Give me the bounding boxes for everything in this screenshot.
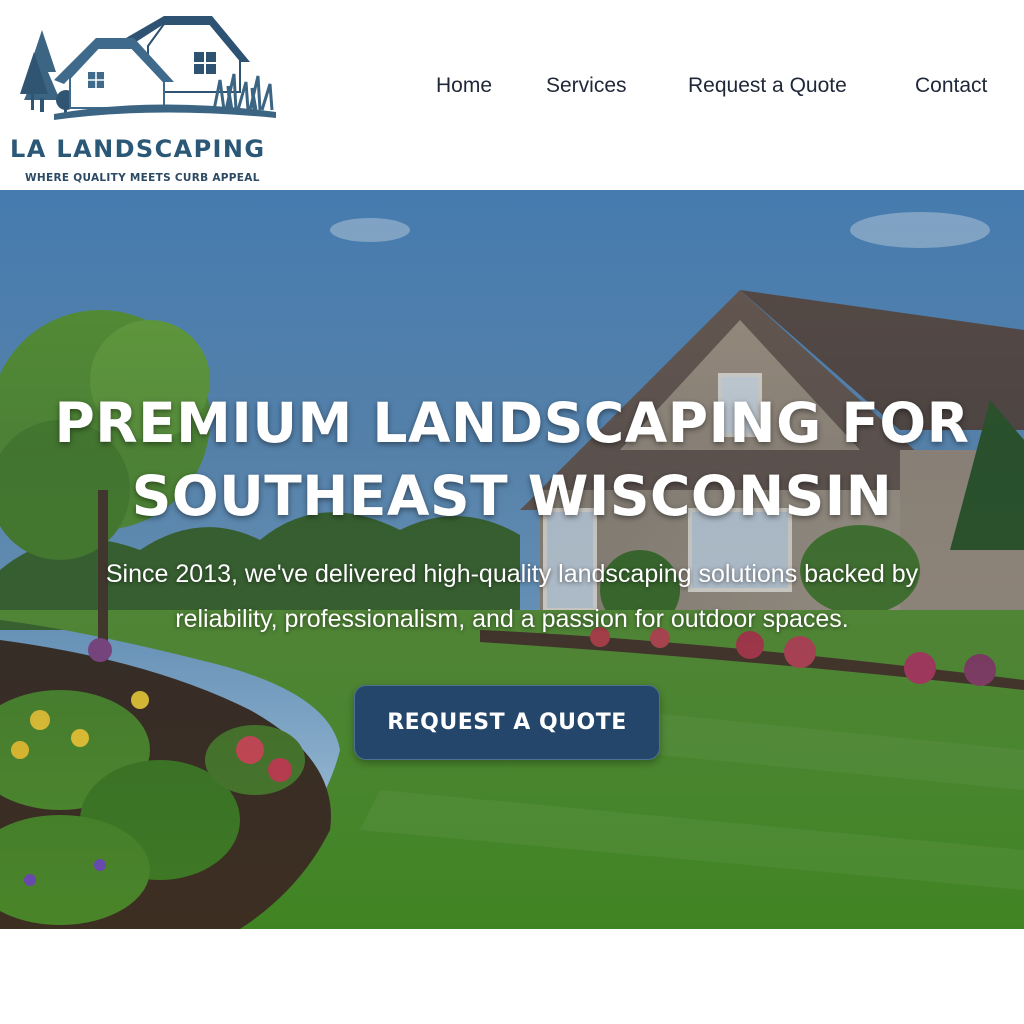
hero-title-line-2: SOUTHEAST WISCONSIN [131,464,893,528]
page-bottom-spacer [0,929,1024,1024]
nav-home-link[interactable]: Home [436,74,492,98]
nav-request-quote-link[interactable]: Request a Quote [688,74,847,98]
house-with-trees-logo-icon [20,16,276,120]
site-header: LA LANDSCAPING WHERE QUALITY MEETS CURB … [0,0,1024,190]
hero-subtitle-line-1: Since 2013, we've delivered high-quality… [105,560,919,588]
nav-contact-link[interactable]: Contact [915,74,987,98]
hero-subtitle-line-2: reliability, professionalism, and a pass… [175,605,849,633]
main-nav: Home Services Request a Quote Contact [0,74,1024,104]
request-quote-button[interactable]: REQUEST A QUOTE [354,685,660,760]
nav-services-link[interactable]: Services [546,74,627,98]
hero-subtitle: Since 2013, we've delivered high-quality… [40,552,984,642]
brand-tagline: WHERE QUALITY MEETS CURB APPEAL [25,172,260,184]
brand-name: LA LANDSCAPING [10,135,266,163]
hero-title-line-1: PREMIUM LANDSCAPING FOR [54,391,970,455]
hero-title: PREMIUM LANDSCAPING FOR SOUTHEAST WISCON… [0,387,1024,533]
hero-section: PREMIUM LANDSCAPING FOR SOUTHEAST WISCON… [0,190,1024,929]
